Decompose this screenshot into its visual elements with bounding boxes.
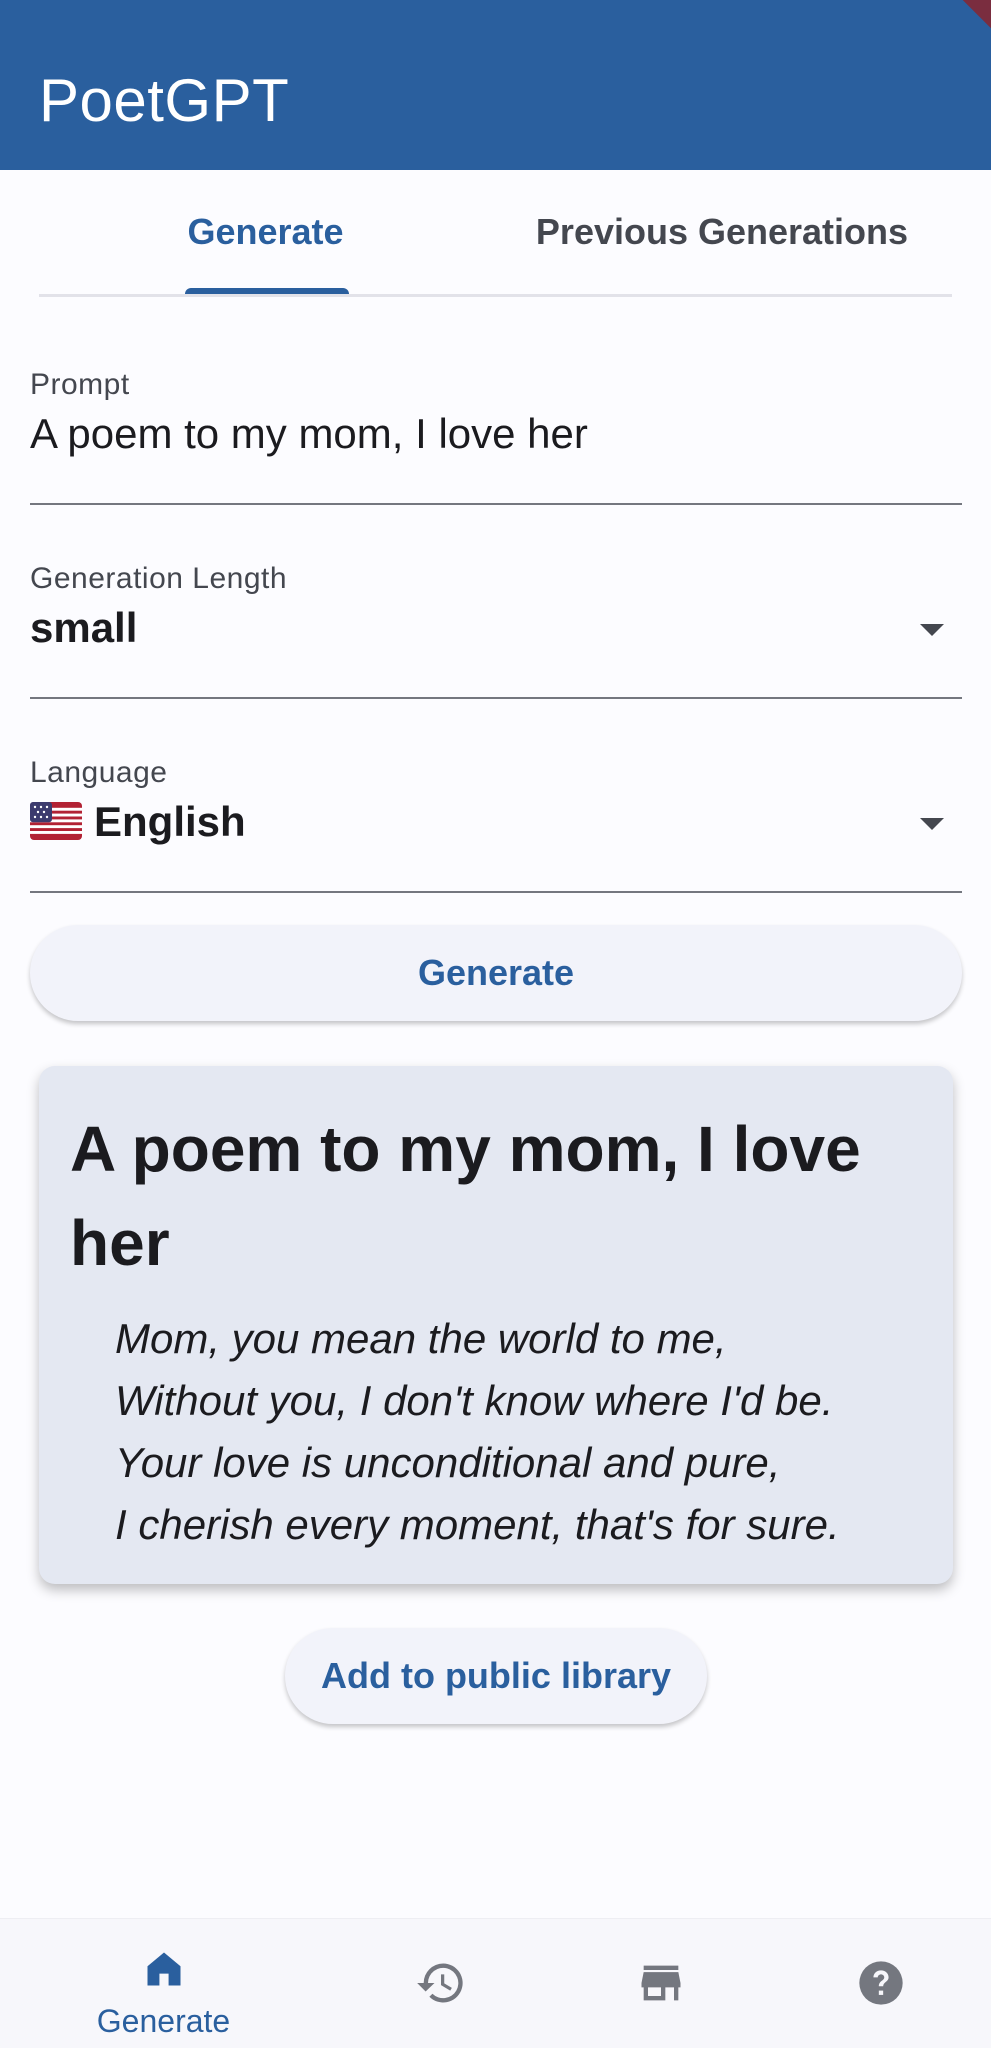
prompt-label: Prompt	[30, 368, 130, 401]
app-title: PoetGPT	[39, 67, 290, 134]
dropdown-arrow-icon[interactable]	[920, 624, 944, 636]
poem-line: Mom, you mean the world to me,	[115, 1315, 727, 1362]
language-underline	[30, 891, 962, 893]
us-flag-icon	[30, 802, 82, 840]
prompt-input[interactable]: A poem to my mom, I love her	[30, 410, 962, 458]
tab-divider	[39, 294, 952, 297]
poem-line: Without you, I don't know where I'd be.	[115, 1377, 834, 1424]
language-dropdown[interactable]: Language English	[30, 756, 962, 893]
history-icon	[416, 1963, 463, 2003]
home-icon	[147, 1952, 180, 1986]
poem-line: I cherish every moment, that's for sure.	[115, 1501, 840, 1548]
language-selected[interactable]: English	[30, 798, 962, 846]
app-root: PoetGPT Generate Previous Generations Pr…	[0, 0, 991, 2048]
nav-item-history[interactable]	[317, 1919, 564, 2048]
prompt-field[interactable]: Prompt A poem to my mom, I love her	[30, 368, 962, 505]
generate-button[interactable]: Generate	[30, 925, 962, 1021]
poem-line: Your love is unconditional and pure,	[115, 1439, 781, 1486]
store-icon	[641, 1965, 680, 2001]
add-to-public-library-button[interactable]: Add to public library	[285, 1628, 707, 1724]
help-icon	[858, 1961, 903, 2005]
tab-generate[interactable]: Generate	[39, 170, 492, 294]
tab-bar: Generate Previous Generations	[39, 170, 952, 297]
poem-card: A poem to my mom, I love her Mom, you me…	[39, 1066, 953, 1584]
prompt-underline	[30, 503, 962, 505]
tab-previous-generations[interactable]: Previous Generations	[492, 170, 952, 294]
nav-item-generate[interactable]: Generate	[40, 1919, 287, 2048]
language-label: Language	[30, 756, 168, 789]
debug-banner	[893, 0, 991, 58]
app-bar: PoetGPT	[0, 0, 991, 170]
bottom-navigation: Generate	[0, 1918, 991, 2048]
language-value: English	[94, 798, 246, 845]
generation-length-value[interactable]: small	[30, 604, 962, 652]
poem-body: Mom, you mean the world to me, Without y…	[115, 1308, 935, 1556]
poem-title: A poem to my mom, I love her	[70, 1113, 861, 1279]
nav-item-help[interactable]	[757, 1919, 991, 2048]
nav-item-store[interactable]	[537, 1919, 784, 2048]
generation-length-underline	[30, 697, 962, 699]
nav-label-generate: Generate	[96, 2003, 231, 2039]
generation-length-dropdown[interactable]: Generation Length small	[30, 562, 962, 699]
generation-length-label: Generation Length	[30, 562, 288, 595]
dropdown-arrow-icon[interactable]	[920, 818, 944, 830]
